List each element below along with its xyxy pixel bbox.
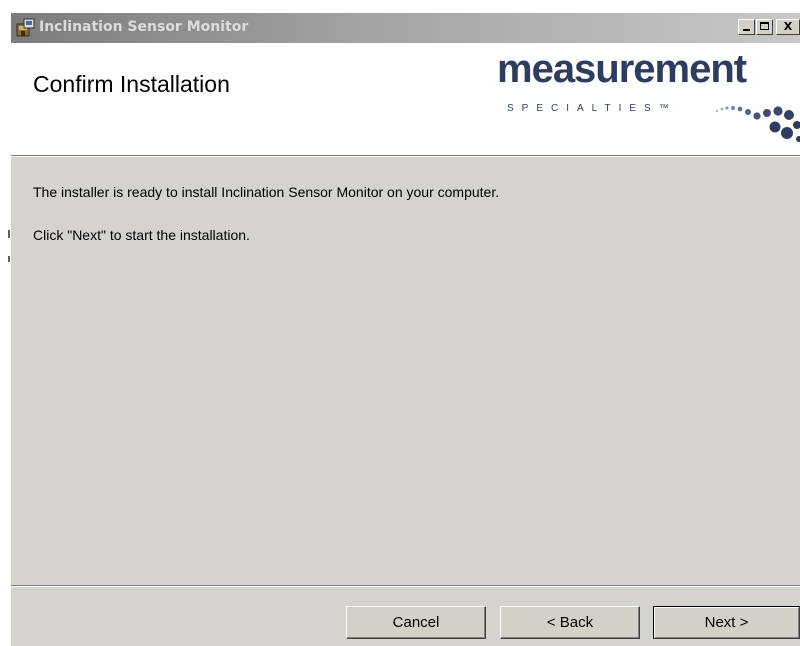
- close-button[interactable]: X: [776, 19, 800, 35]
- footer-divider-highlight: [11, 586, 800, 587]
- left-edge-mark: [8, 230, 10, 238]
- logo-subtitle: SPECIALTIES™: [507, 103, 677, 114]
- installer-window: Inclination Sensor Monitor X Confirm Ins…: [11, 13, 800, 646]
- ready-message: The installer is ready to install Inclin…: [33, 184, 500, 200]
- instruction-message: Click "Next" to start the installation.: [33, 227, 250, 243]
- installer-icon: [16, 18, 35, 37]
- maximize-button[interactable]: [756, 19, 773, 35]
- maximize-icon: [760, 22, 769, 30]
- title-bar[interactable]: Inclination Sensor Monitor X: [11, 13, 800, 43]
- banner-divider-highlight: [11, 156, 800, 157]
- page-title: Confirm Installation: [33, 71, 230, 97]
- next-button[interactable]: Next >: [653, 606, 800, 639]
- header-banner: Confirm Installation measurement SPECIAL…: [11, 43, 800, 155]
- minimize-button[interactable]: [738, 19, 755, 35]
- back-button[interactable]: < Back: [500, 606, 640, 639]
- cancel-button[interactable]: Cancel: [346, 606, 486, 639]
- logo-wordmark: measurement: [497, 47, 747, 91]
- logo-dots-icon: [716, 106, 800, 142]
- left-edge-mark: [8, 256, 10, 262]
- window-title: Inclination Sensor Monitor: [39, 19, 249, 35]
- minimize-icon: [743, 29, 750, 31]
- close-icon: X: [783, 20, 793, 33]
